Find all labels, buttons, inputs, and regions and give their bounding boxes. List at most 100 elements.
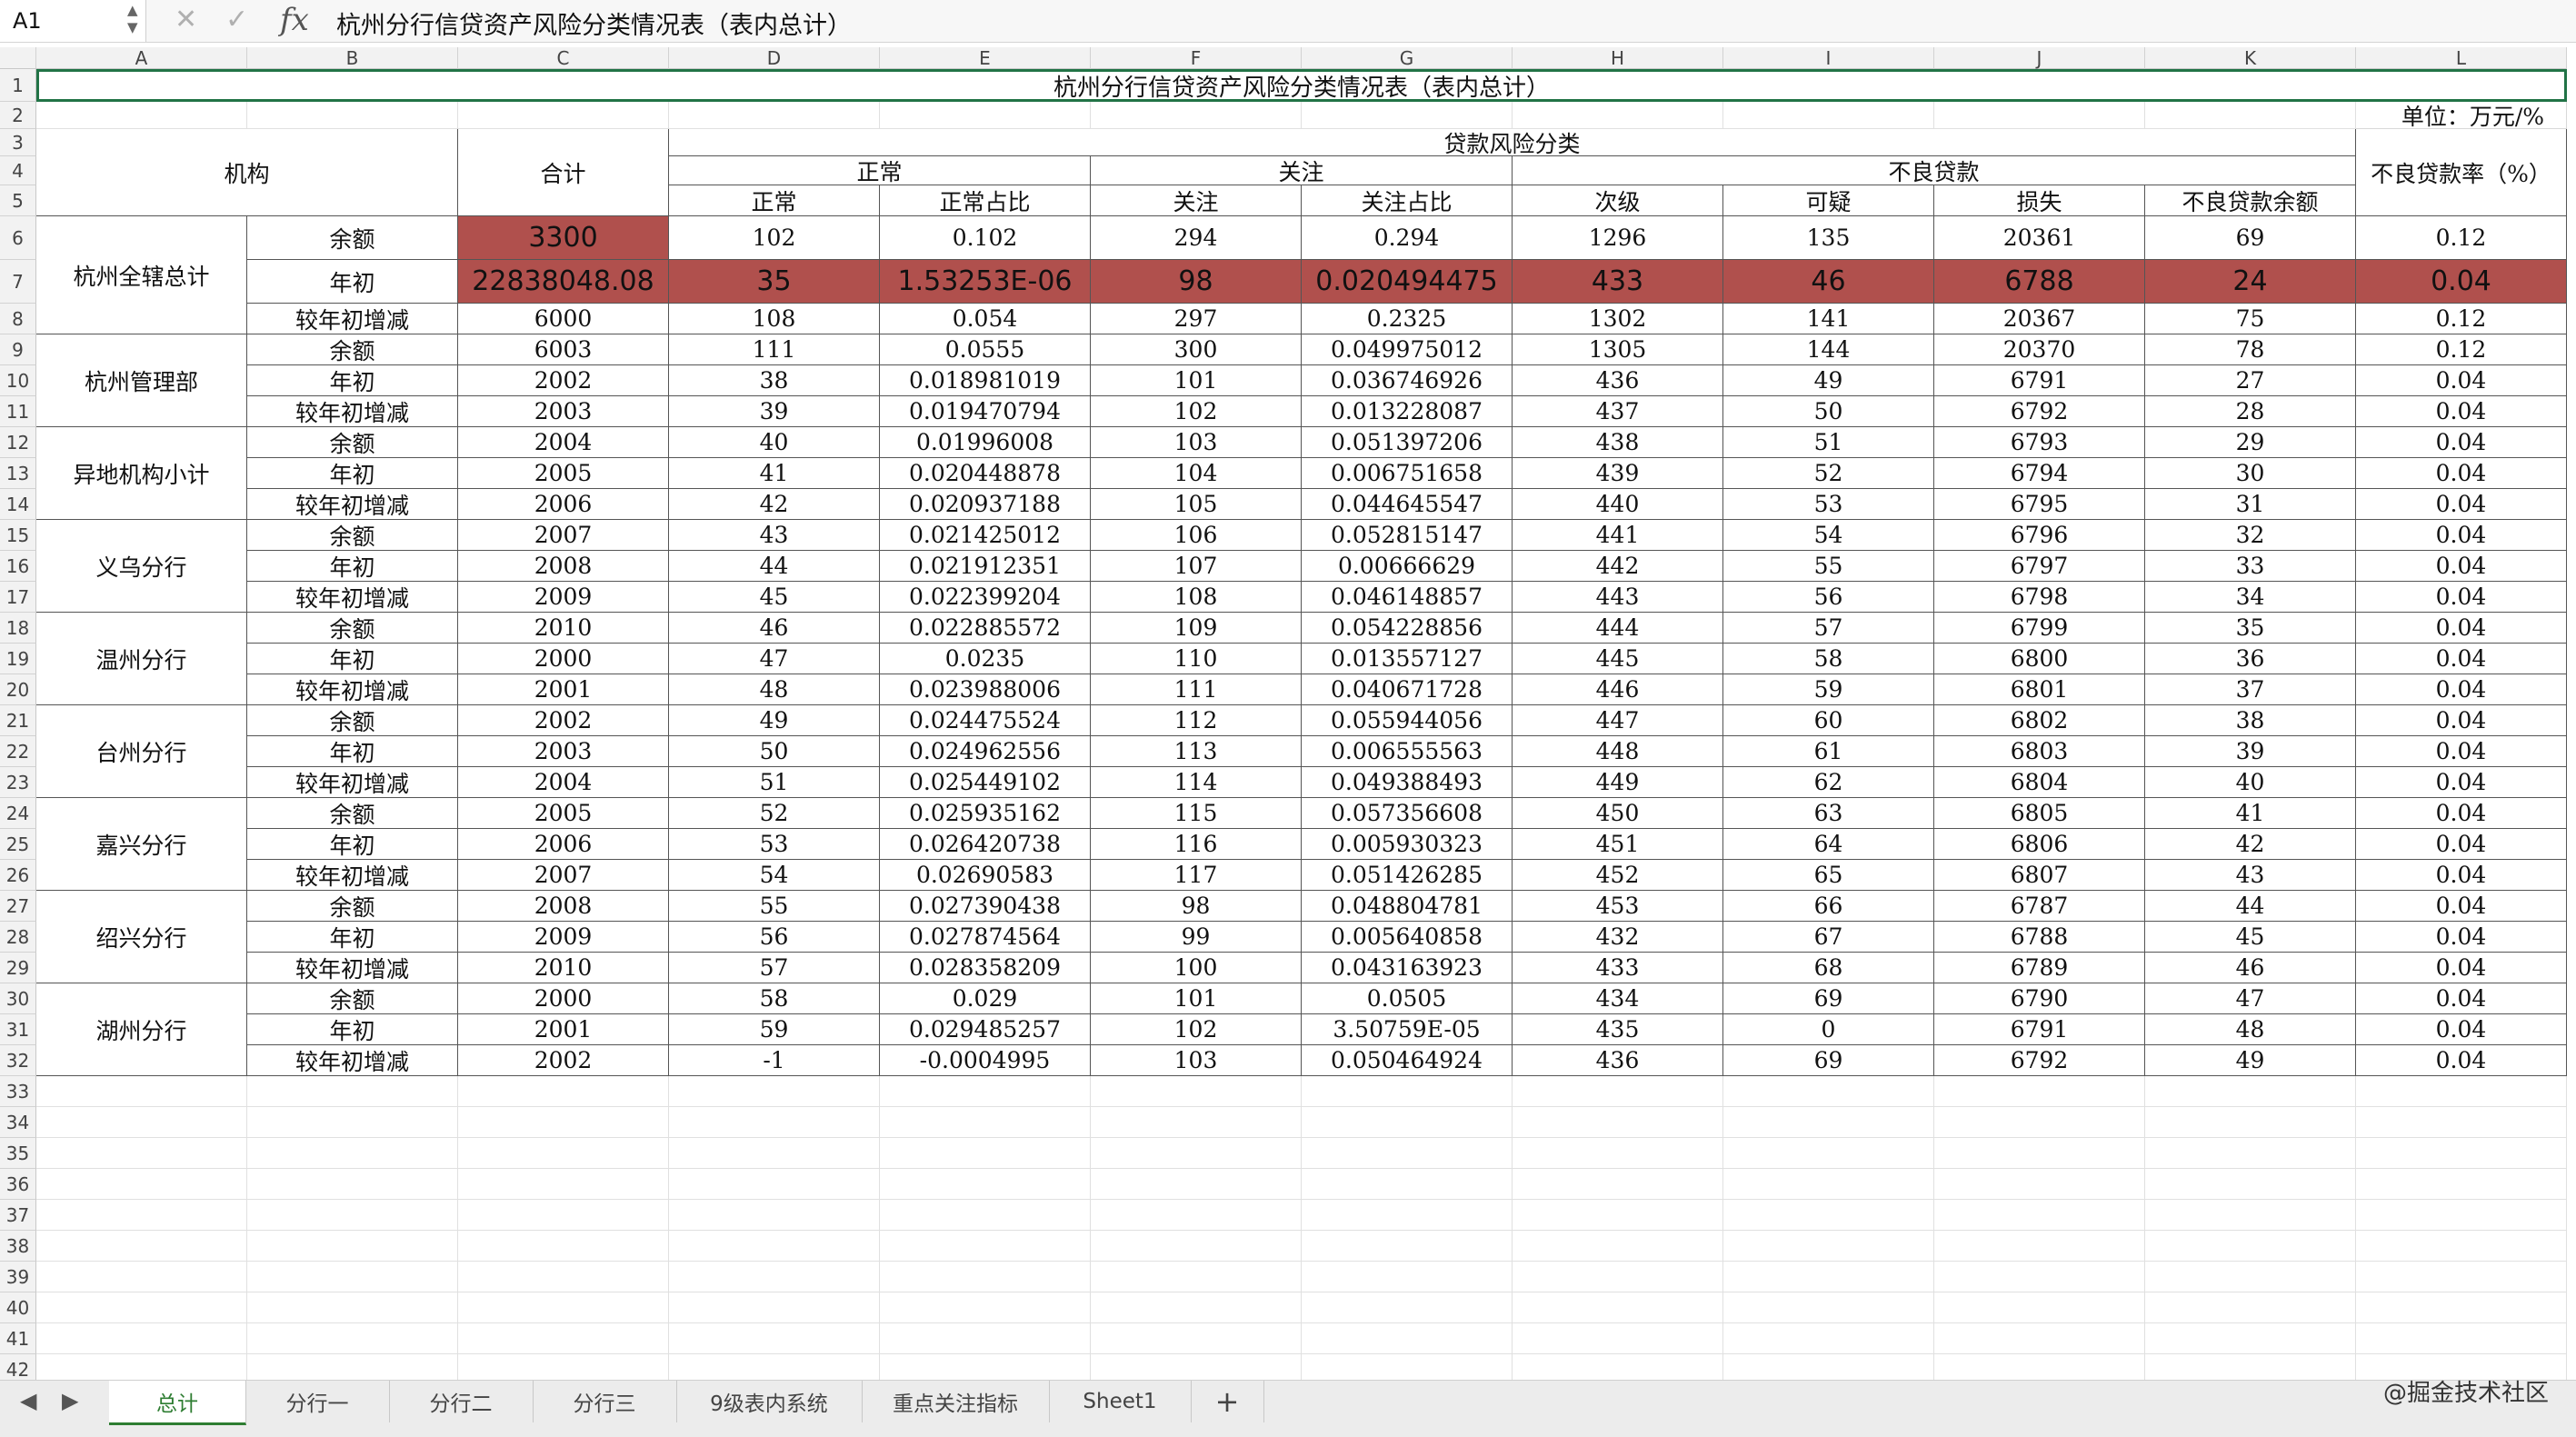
table-cell[interactable]: 63: [1723, 798, 1934, 829]
table-cell[interactable]: 37: [2145, 674, 2356, 705]
table-cell[interactable]: 6799: [1934, 613, 2145, 644]
column-header-A[interactable]: A: [36, 47, 247, 69]
table-cell[interactable]: 440: [1513, 489, 1723, 520]
table-cell[interactable]: 56: [669, 922, 880, 953]
row-header-27[interactable]: 27: [0, 891, 36, 922]
table-cell[interactable]: 69: [1723, 983, 1934, 1014]
cell[interactable]: [1934, 1292, 2145, 1323]
table-cell[interactable]: 111: [669, 334, 880, 365]
sheet-tab-2[interactable]: 分行一: [245, 1381, 390, 1422]
row-header-22[interactable]: 22: [0, 736, 36, 767]
table-cell[interactable]: 117: [1091, 860, 1302, 891]
cell[interactable]: [247, 1262, 458, 1292]
cell[interactable]: [1302, 1107, 1513, 1138]
cell[interactable]: [1513, 1323, 1723, 1354]
table-cell[interactable]: 0.029485257: [880, 1014, 1091, 1045]
table-cell[interactable]: -1: [669, 1045, 880, 1076]
row-header-35[interactable]: 35: [0, 1138, 36, 1169]
row-header-5[interactable]: 5: [0, 185, 36, 216]
table-cell[interactable]: 24: [2145, 260, 2356, 304]
sheet-tab-3[interactable]: 分行二: [389, 1381, 534, 1422]
group-label[interactable]: 杭州管理部: [36, 334, 247, 427]
table-cell[interactable]: 0.04: [2356, 644, 2567, 674]
cell[interactable]: [880, 1323, 1091, 1354]
table-cell[interactable]: 0.024962556: [880, 736, 1091, 767]
table-cell[interactable]: 2003: [458, 396, 669, 427]
table-cell[interactable]: 60: [1723, 705, 1934, 736]
cell[interactable]: [1723, 1323, 1934, 1354]
table-cell[interactable]: 432: [1513, 922, 1723, 953]
cell[interactable]: [880, 1138, 1091, 1169]
table-cell[interactable]: 62: [1723, 767, 1934, 798]
table-cell[interactable]: 0.020494475: [1302, 260, 1513, 304]
table-cell[interactable]: 0.04: [2356, 1045, 2567, 1076]
row-header-34[interactable]: 34: [0, 1107, 36, 1138]
table-cell[interactable]: 44: [2145, 891, 2356, 922]
table-cell[interactable]: 55: [669, 891, 880, 922]
table-cell[interactable]: 69: [2145, 216, 2356, 260]
table-cell[interactable]: 111: [1091, 674, 1302, 705]
table-cell[interactable]: 101: [1091, 983, 1302, 1014]
table-cell[interactable]: 35: [2145, 613, 2356, 644]
table-cell[interactable]: 115: [1091, 798, 1302, 829]
table-cell[interactable]: 49: [2145, 1045, 2356, 1076]
table-cell[interactable]: 6000: [458, 304, 669, 334]
formula-input[interactable]: 杭州分行信贷资产风险分类情况表（表内总计）: [336, 5, 852, 41]
cell[interactable]: [2145, 1107, 2356, 1138]
table-cell[interactable]: 0.2325: [1302, 304, 1513, 334]
table-cell[interactable]: 0.027874564: [880, 922, 1091, 953]
table-cell[interactable]: 35: [669, 260, 880, 304]
row-header-1[interactable]: 1: [0, 69, 36, 102]
cell[interactable]: [1723, 1107, 1934, 1138]
cell[interactable]: [1091, 102, 1302, 129]
table-cell[interactable]: 2009: [458, 582, 669, 613]
group-label[interactable]: 温州分行: [36, 613, 247, 705]
cell[interactable]: [2356, 1169, 2567, 1200]
cell[interactable]: [880, 1262, 1091, 1292]
table-cell[interactable]: 6794: [1934, 458, 2145, 489]
table-cell[interactable]: 余额: [247, 334, 458, 365]
cell[interactable]: [1513, 102, 1723, 129]
table-cell[interactable]: 余额: [247, 216, 458, 260]
table-cell[interactable]: 0.043163923: [1302, 953, 1513, 983]
cell[interactable]: [36, 1200, 247, 1231]
cell[interactable]: [458, 1076, 669, 1107]
cell[interactable]: [1302, 1262, 1513, 1292]
table-cell[interactable]: 49: [669, 705, 880, 736]
table-cell[interactable]: 114: [1091, 767, 1302, 798]
table-cell[interactable]: 较年初增减: [247, 489, 458, 520]
table-cell[interactable]: 2000: [458, 644, 669, 674]
table-cell[interactable]: 6807: [1934, 860, 2145, 891]
row-header-10[interactable]: 10: [0, 365, 36, 396]
cell[interactable]: [2145, 1169, 2356, 1200]
table-cell[interactable]: 28: [2145, 396, 2356, 427]
cell[interactable]: [458, 1138, 669, 1169]
name-box[interactable]: A1 ▲ ▼: [0, 0, 146, 42]
table-cell[interactable]: 0.020448878: [880, 458, 1091, 489]
table-cell[interactable]: 67: [1723, 922, 1934, 953]
table-cell[interactable]: 65: [1723, 860, 1934, 891]
header-sub[interactable]: 正常: [669, 185, 880, 216]
table-cell[interactable]: 2008: [458, 891, 669, 922]
table-cell[interactable]: 余额: [247, 427, 458, 458]
table-cell[interactable]: 0.055944056: [1302, 705, 1513, 736]
table-cell[interactable]: 43: [2145, 860, 2356, 891]
table-cell[interactable]: 6003: [458, 334, 669, 365]
table-cell[interactable]: 45: [669, 582, 880, 613]
table-cell[interactable]: 0.04: [2356, 260, 2567, 304]
row-header-33[interactable]: 33: [0, 1076, 36, 1107]
cell[interactable]: [669, 1262, 880, 1292]
table-cell[interactable]: 0.0555: [880, 334, 1091, 365]
table-cell[interactable]: 6788: [1934, 922, 2145, 953]
cell[interactable]: [2356, 1107, 2567, 1138]
table-cell[interactable]: 52: [1723, 458, 1934, 489]
table-cell[interactable]: 2010: [458, 613, 669, 644]
table-cell[interactable]: 0.04: [2356, 953, 2567, 983]
table-cell[interactable]: 42: [2145, 829, 2356, 860]
cell[interactable]: [36, 102, 247, 129]
table-cell[interactable]: 6795: [1934, 489, 2145, 520]
table-cell[interactable]: 52: [669, 798, 880, 829]
table-cell[interactable]: 0.04: [2356, 489, 2567, 520]
table-cell[interactable]: 451: [1513, 829, 1723, 860]
table-cell[interactable]: 100: [1091, 953, 1302, 983]
